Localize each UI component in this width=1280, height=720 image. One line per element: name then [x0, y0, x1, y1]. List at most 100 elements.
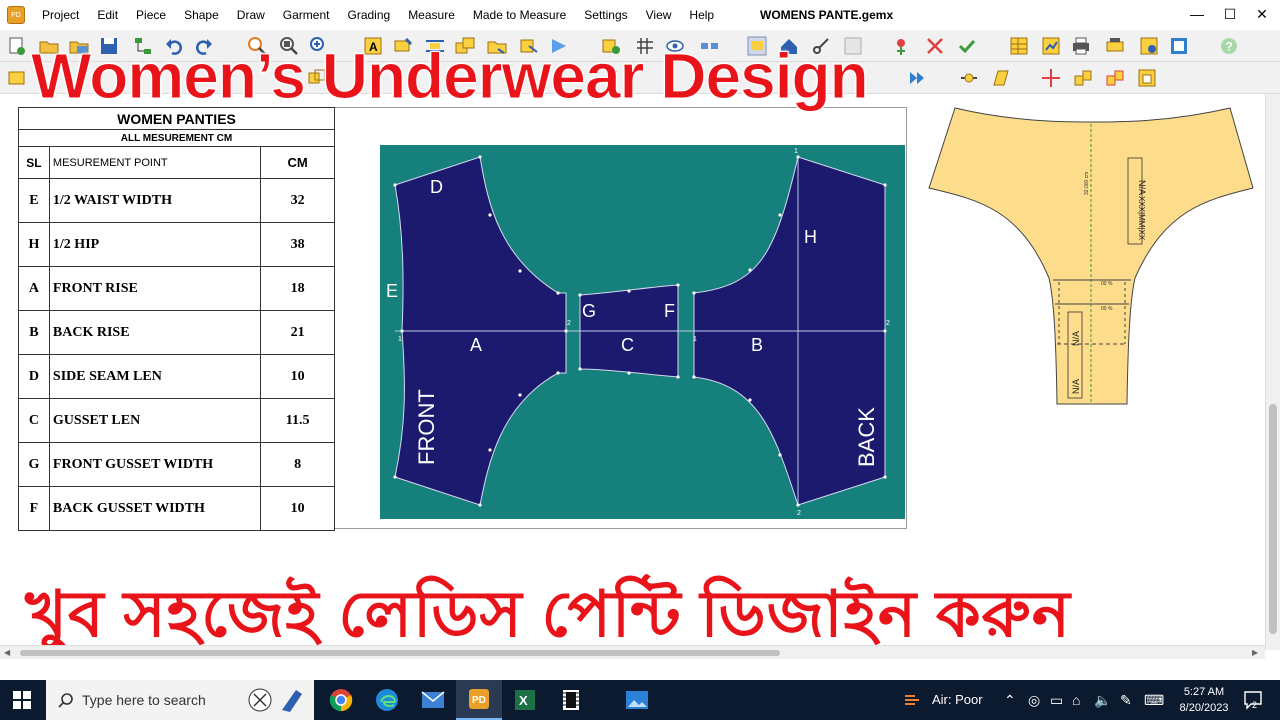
- row-sl: A: [18, 266, 50, 311]
- taskbar-excel[interactable]: X: [502, 680, 548, 720]
- mail-icon: [421, 691, 445, 708]
- excel-icon: X: [515, 690, 535, 710]
- table-icon[interactable]: [1008, 35, 1030, 57]
- row-sl: D: [18, 354, 50, 399]
- plotter-icon[interactable]: [1104, 35, 1126, 57]
- taskbar-clock[interactable]: 5:27 AM 8/20/2023: [1172, 684, 1236, 716]
- taskbar-search-box[interactable]: Type here to search: [46, 680, 314, 720]
- menu-shape[interactable]: Shape: [175, 8, 228, 22]
- vertical-scroll-thumb[interactable]: [1269, 404, 1277, 634]
- menu-measure[interactable]: Measure: [399, 8, 464, 22]
- row-point: 1/2 HIP: [48, 222, 262, 267]
- menu-settings[interactable]: Settings: [575, 8, 636, 22]
- windows-start-icon[interactable]: [12, 690, 32, 710]
- volume-icon[interactable]: 🔈: [1094, 692, 1111, 709]
- scroll-right-icon[interactable]: ▶: [1252, 648, 1258, 657]
- grade-cut-icon[interactable]: [924, 35, 946, 57]
- menu-made-to-measure[interactable]: Made to Measure: [464, 8, 575, 22]
- label-d: D: [430, 177, 443, 197]
- photos-icon: [626, 691, 648, 709]
- width-annotation: 32.000 cm: [1084, 172, 1090, 195]
- taskbar-pattern-app[interactable]: PD: [456, 680, 502, 720]
- menu-grading[interactable]: Grading: [338, 8, 399, 22]
- scroll-left-icon[interactable]: ◀: [4, 648, 10, 657]
- menu-view[interactable]: View: [637, 8, 681, 22]
- air-quality-icon[interactable]: [903, 691, 921, 709]
- taskbar-photos[interactable]: [614, 680, 660, 720]
- table-row: H 1/2 HIP 38: [18, 222, 335, 267]
- export-icon[interactable]: [1138, 35, 1160, 57]
- edge-icon: [376, 689, 398, 711]
- report-icon[interactable]: [1040, 35, 1062, 57]
- sketch-label-na: N/A: [1071, 331, 1081, 346]
- piece-select-icon[interactable]: [6, 67, 28, 89]
- help-icon[interactable]: ?: [1218, 35, 1240, 57]
- label-e: E: [386, 281, 398, 301]
- measurement-table: WOMEN PANTIES ALL MESUREMENT CM SL MESUR…: [18, 107, 335, 531]
- notification-count: 2: [1252, 700, 1258, 710]
- new-project-icon[interactable]: [6, 35, 28, 57]
- header-cm: CM: [260, 146, 335, 179]
- row-point: BACK GUSSET WIDTH: [48, 486, 262, 531]
- split-tool-icon[interactable]: [1040, 67, 1062, 89]
- table-row: C GUSSET LEN 11.5: [18, 398, 335, 443]
- label-g: G: [582, 301, 596, 321]
- row-sl: E: [18, 178, 50, 223]
- label-b: B: [751, 335, 763, 355]
- row-point: GUSSET LEN: [48, 398, 262, 443]
- taskbar-edge[interactable]: [364, 680, 410, 720]
- mirror-tool-icon[interactable]: [1104, 67, 1126, 89]
- row-cm: 18: [260, 266, 335, 311]
- garment-sketch[interactable]: N/A XXX|MM|XX N/A N/A 32.000 cm 00 % 00 …: [925, 100, 1260, 410]
- pen-icon[interactable]: ✎: [1120, 692, 1132, 709]
- grade-check-icon[interactable]: [956, 35, 978, 57]
- chevron-up-icon[interactable]: ⌃: [1004, 692, 1016, 709]
- close-button[interactable]: ✕: [1247, 4, 1277, 24]
- node-tool-icon[interactable]: [958, 67, 980, 89]
- sketch-label-code: XXX|MM|XX: [1137, 196, 1146, 241]
- label-c: C: [621, 335, 634, 355]
- horizontal-scroll-thumb[interactable]: [20, 650, 780, 656]
- taskbar-chrome[interactable]: [318, 680, 364, 720]
- table-subtitle: ALL MESUREMENT CM: [18, 129, 335, 147]
- meet-now-icon[interactable]: ◎: [1028, 692, 1040, 709]
- pattern-app-icon: PD: [469, 689, 489, 709]
- table-row: A FRONT RISE 18: [18, 266, 335, 311]
- print-icon[interactable]: [1070, 35, 1092, 57]
- menu-edit[interactable]: Edit: [88, 8, 127, 22]
- maximize-button[interactable]: ☐: [1215, 4, 1245, 24]
- table-row: F BACK GUSSET WIDTH 10: [18, 486, 335, 531]
- grade-rule-icon[interactable]: [892, 35, 914, 57]
- windows-taskbar: Type here to search PD X Air: Poor ⌃ ◎ ▭…: [0, 680, 1280, 720]
- fast-forward-icon[interactable]: [906, 67, 928, 89]
- keyboard-icon[interactable]: ⌨: [1144, 692, 1164, 709]
- join-tool-icon[interactable]: [1072, 67, 1094, 89]
- row-cm: 8: [260, 442, 335, 487]
- properties-icon[interactable]: [1168, 35, 1190, 57]
- svg-text:?: ?: [1226, 40, 1233, 54]
- vertical-scrollbar[interactable]: [1265, 94, 1280, 650]
- row-cm: 38: [260, 222, 335, 267]
- menu-project[interactable]: Project: [33, 8, 88, 22]
- row-point: FRONT RISE: [48, 266, 262, 311]
- network-icon[interactable]: ⌂: [1072, 692, 1080, 708]
- minimize-button[interactable]: —: [1182, 4, 1212, 24]
- app-icon[interactable]: PD: [7, 6, 25, 24]
- menu-garment[interactable]: Garment: [274, 8, 339, 22]
- menu-draw[interactable]: Draw: [228, 8, 274, 22]
- search-placeholder: Type here to search: [82, 692, 206, 708]
- label-a: A: [470, 335, 482, 355]
- point-number: 1: [794, 148, 798, 155]
- fold-tool-icon[interactable]: [990, 67, 1012, 89]
- piece-info-icon[interactable]: [1136, 67, 1158, 89]
- horizontal-scrollbar[interactable]: ◀ ▶: [0, 645, 1265, 659]
- air-quality-status[interactable]: Air: Poor: [932, 692, 983, 707]
- taskbar-mail[interactable]: [410, 680, 456, 720]
- label-f: F: [664, 301, 675, 321]
- pattern-pieces-diagram[interactable]: D E A G F C B H FRONT BACK 1 2 1 2 1 2: [380, 145, 905, 519]
- menu-help[interactable]: Help: [680, 8, 723, 22]
- label-back: BACK: [854, 407, 879, 467]
- menu-piece[interactable]: Piece: [127, 8, 175, 22]
- battery-icon[interactable]: ▭: [1050, 692, 1063, 709]
- taskbar-video-editor[interactable]: [548, 680, 594, 720]
